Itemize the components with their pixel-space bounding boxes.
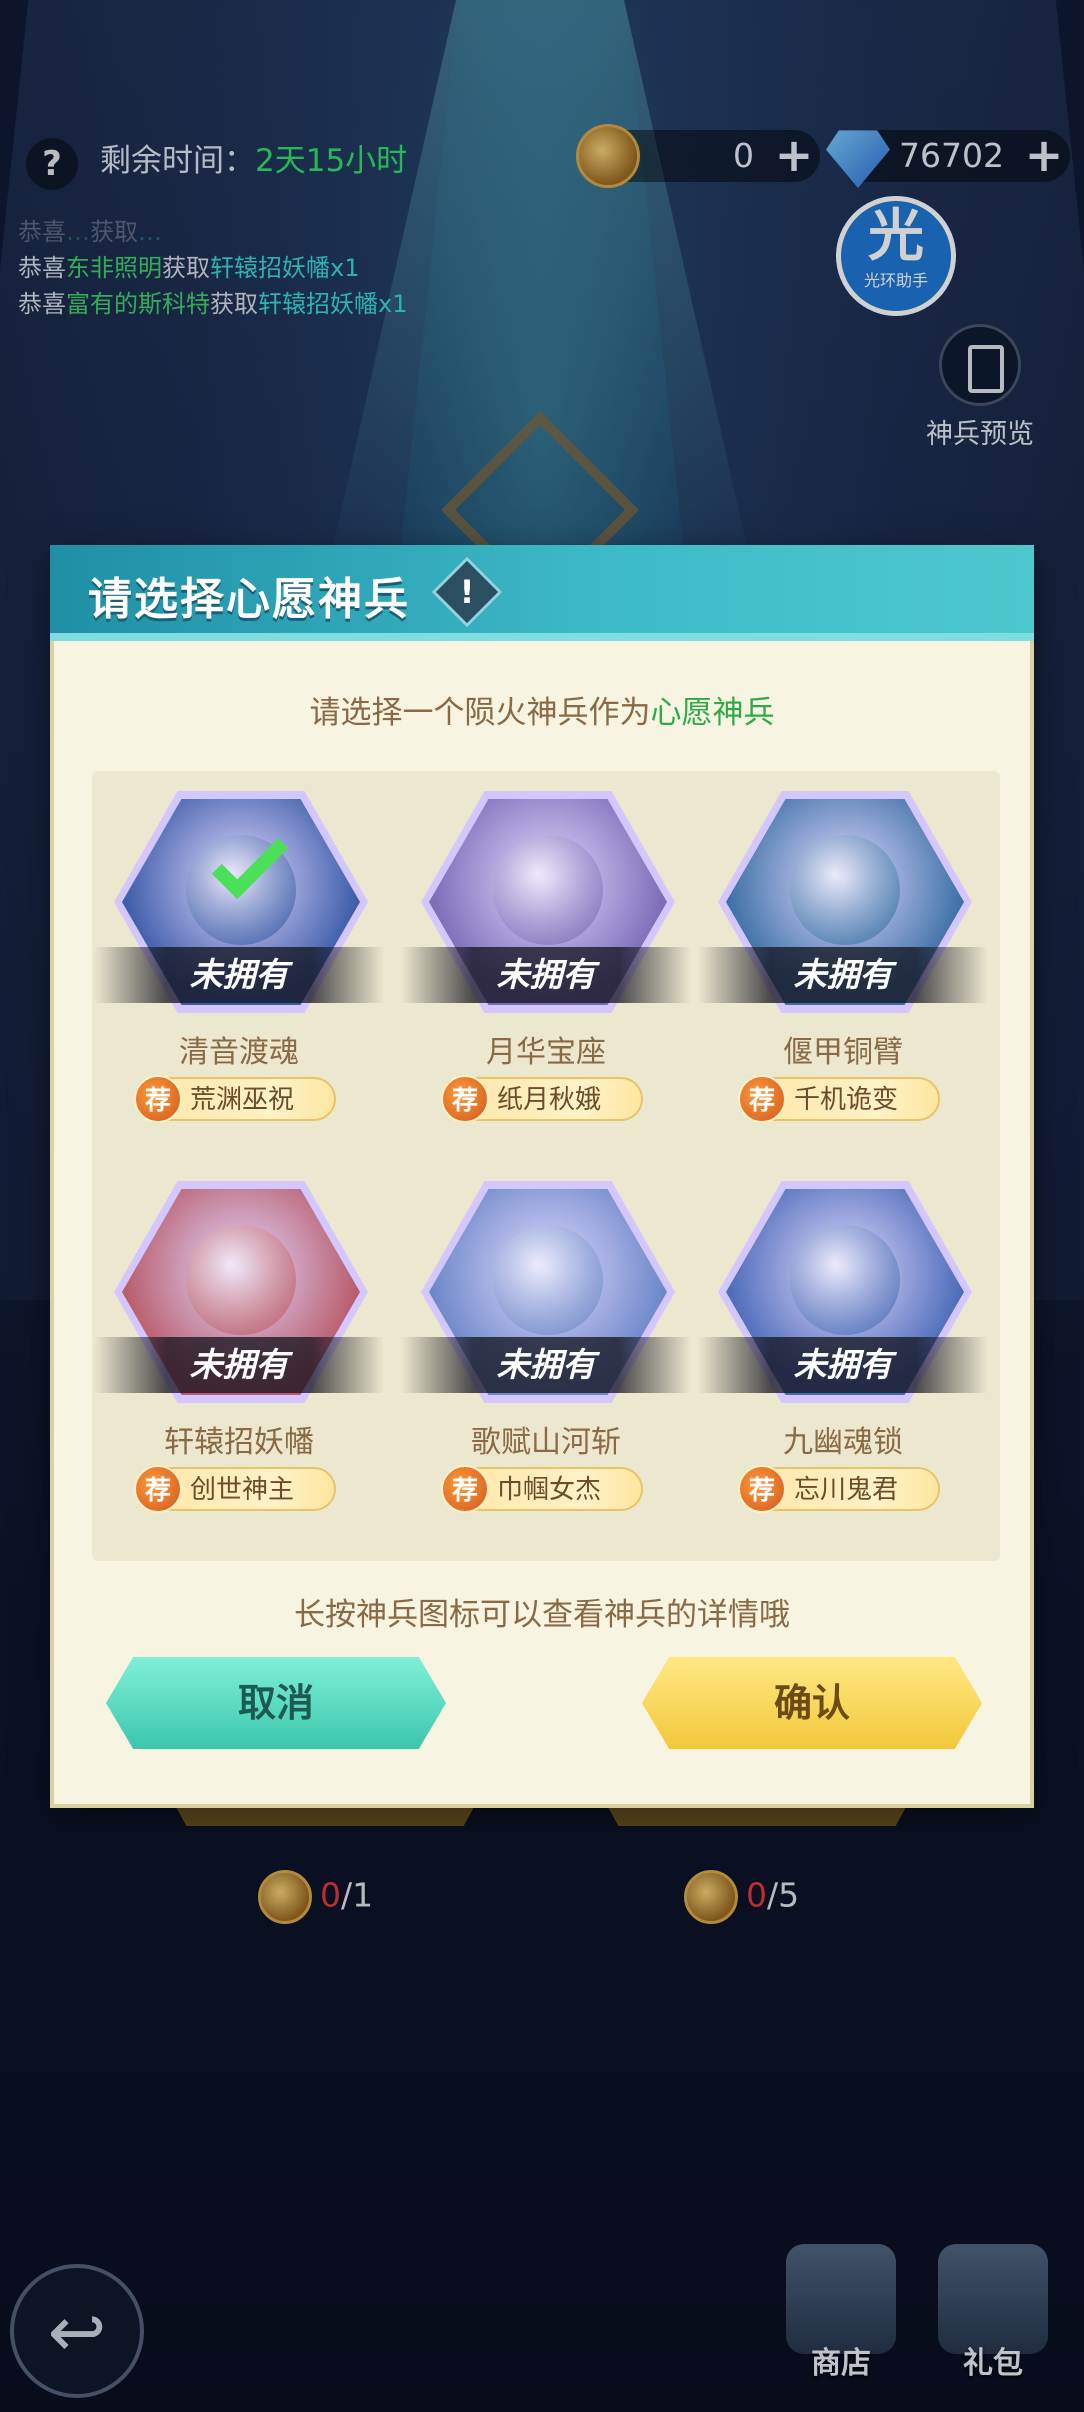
dialog-title: 请选择心愿神兵 xyxy=(88,574,410,625)
recommend-badge-icon: 荐 xyxy=(738,1465,786,1513)
weapon-name: 轩辕招妖幡 xyxy=(164,1425,314,1460)
ownership-status: 未拥有 xyxy=(698,947,988,1003)
recommended-hero: 荐巾帼女杰 xyxy=(441,1465,643,1513)
info-icon[interactable]: ! xyxy=(431,556,503,628)
ownership-status: 未拥有 xyxy=(401,947,691,1003)
weapon-card[interactable]: 未拥有 偃甲铜臂 荐千机诡变 xyxy=(698,771,988,1151)
weapon-grid: 未拥有 清音渡魂 荐荒渊巫祝 未拥有 月华宝座 荐纸月秋娥 未拥有 偃甲铜臂 荐… xyxy=(92,771,1000,1561)
ownership-status: 未拥有 xyxy=(401,1337,691,1393)
confirm-button[interactable]: 确认 xyxy=(642,1657,982,1749)
weapon-card[interactable]: 未拥有 轩辕招妖幡 荐创世神主 xyxy=(94,1161,384,1541)
recommended-hero: 荐纸月秋娥 xyxy=(441,1075,643,1123)
moon-throne-icon xyxy=(493,834,603,945)
bronze-arm-icon xyxy=(790,834,900,945)
recommend-badge-icon: 荐 xyxy=(441,1465,489,1513)
recommended-hero: 荐荒渊巫祝 xyxy=(134,1075,336,1123)
ownership-status: 未拥有 xyxy=(698,1337,988,1393)
recommend-badge-icon: 荐 xyxy=(738,1075,786,1123)
ownership-status: 未拥有 xyxy=(94,947,384,1003)
weapon-name: 偃甲铜臂 xyxy=(783,1035,903,1070)
blade-icon xyxy=(493,1224,603,1335)
recommended-hero: 荐千机诡变 xyxy=(738,1075,940,1123)
weapon-name: 月华宝座 xyxy=(486,1035,606,1070)
weapon-card[interactable]: 未拥有 九幽魂锁 荐忘川鬼君 xyxy=(698,1161,988,1541)
cancel-button[interactable]: 取消 xyxy=(106,1657,446,1749)
weapon-name: 歌赋山河斩 xyxy=(471,1425,621,1460)
banner-icon xyxy=(186,1224,296,1335)
recommend-badge-icon: 荐 xyxy=(441,1075,489,1123)
recommended-hero: 荐创世神主 xyxy=(134,1465,336,1513)
weapon-card[interactable]: 未拥有 清音渡魂 荐荒渊巫祝 xyxy=(94,771,384,1151)
recommended-hero: 荐忘川鬼君 xyxy=(738,1465,940,1513)
wish-weapon-dialog: 请选择心愿神兵 ! 请选择一个陨火神兵作为心愿神兵 未拥有 清音渡魂 荐荒渊巫祝… xyxy=(50,545,1034,1808)
weapon-name: 九幽魂锁 xyxy=(783,1425,903,1460)
soul-chain-icon xyxy=(790,1224,900,1335)
recommend-badge-icon: 荐 xyxy=(134,1075,182,1123)
ownership-status: 未拥有 xyxy=(94,1337,384,1393)
dialog-header: 请选择心愿神兵 ! xyxy=(50,545,1034,641)
dialog-subtitle: 请选择一个陨火神兵作为心愿神兵 xyxy=(309,695,775,731)
weapon-name: 清音渡魂 xyxy=(179,1035,299,1070)
recommend-badge-icon: 荐 xyxy=(134,1465,182,1513)
weapon-card[interactable]: 未拥有 歌赋山河斩 荐巾帼女杰 xyxy=(401,1161,691,1541)
weapon-card[interactable]: 未拥有 月华宝座 荐纸月秋娥 xyxy=(401,771,691,1151)
long-press-hint: 长按神兵图标可以查看神兵的详情哦 xyxy=(294,1597,790,1633)
